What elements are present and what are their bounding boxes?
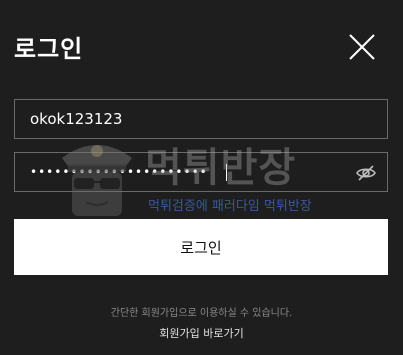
eye-slash-icon	[356, 165, 376, 181]
text-caret	[226, 164, 227, 181]
password-field-value: ••••••••••••••••••••••	[30, 165, 208, 179]
close-button[interactable]	[347, 32, 377, 62]
close-icon	[349, 34, 375, 60]
login-button[interactable]: 로그인	[14, 219, 388, 275]
watermark-subtitle: 먹튀검증에 패러다임 먹튀반장	[148, 199, 312, 214]
login-dialog: 로그인 okok123123 •••••••••••••••••••••• 먹튀…	[0, 0, 403, 355]
password-field[interactable]: ••••••••••••••••••••••	[14, 152, 388, 192]
id-field[interactable]: okok123123	[14, 99, 388, 139]
toggle-password-visibility-button[interactable]	[355, 162, 377, 184]
signup-hint: 간단한 회원가입으로 이용하실 수 있습니다.	[110, 308, 293, 319]
id-field-value: okok123123	[30, 110, 123, 128]
dialog-title: 로그인	[14, 35, 84, 63]
signup-link[interactable]: 회원가입 바로가기	[0, 325, 403, 341]
